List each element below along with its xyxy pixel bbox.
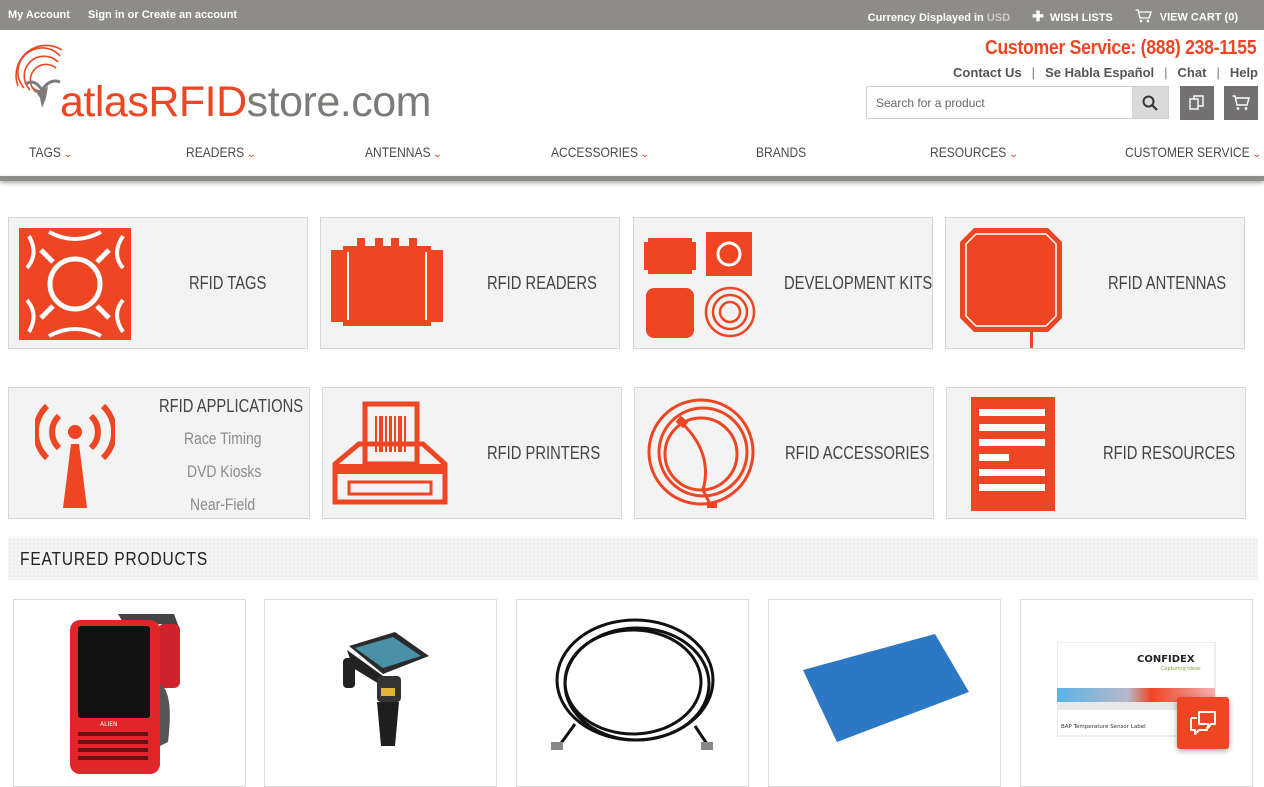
category-development-kits[interactable]: DEVELOPMENT KITS [633, 217, 933, 349]
antenna-cable-image [551, 618, 715, 750]
nav-brands[interactable]: BRANDS [756, 144, 806, 160]
nav-accessories[interactable]: ACCESSORIES ⌄ [551, 144, 651, 160]
category-rfid-readers[interactable]: RFID READERS [320, 217, 620, 349]
radio-tower-icon [35, 403, 115, 508]
chat-bubbles-icon [1190, 711, 1216, 735]
contact-us-link[interactable]: Contact Us [953, 65, 1022, 80]
chevron-down-icon: ⌄ [1251, 149, 1262, 160]
chevron-down-icon: ⌄ [432, 149, 443, 160]
category-label: RFID APPLICATIONS [159, 396, 304, 416]
chevron-down-icon: ⌄ [246, 149, 257, 160]
handheld-reader-image: ALIEN [70, 614, 180, 774]
separator: | [1164, 65, 1168, 80]
product-card[interactable]: ALIEN [13, 599, 246, 787]
currency-label: Currency Displayed in [867, 11, 984, 24]
compare-icon [1189, 95, 1204, 110]
separator: | [1031, 65, 1036, 80]
blue-mat-antenna-image [803, 634, 969, 746]
nav-tags-label: TAGS [29, 144, 61, 160]
view-cart-label: VIEW CART (0) [1159, 11, 1238, 24]
document-icon [971, 397, 1055, 511]
product-brand-text: ALIEN [100, 721, 118, 728]
wishlists-label: WISH LISTS [1049, 12, 1113, 24]
application-dvd-kiosks[interactable]: DVD Kiosks [187, 462, 261, 482]
rfid-antenna-icon [960, 228, 1062, 348]
rfid-printer-icon [332, 401, 448, 505]
category-label: RFID READERS [487, 273, 597, 293]
chat-link[interactable]: Chat [1178, 65, 1207, 80]
logo-wordmark: atlasRFIDstore.com [60, 78, 431, 127]
rfid-tag-icon [19, 228, 131, 340]
search-box [866, 86, 1169, 119]
nav-readers-label: READERS [186, 144, 245, 160]
currency-value[interactable]: USD [987, 12, 1010, 24]
application-race-timing[interactable]: Race Timing [184, 429, 261, 449]
nav-accessories-label: ACCESSORIES [551, 144, 638, 160]
main-nav: TAGS ⌄ READERS ⌄ ANTENNAS ⌄ ACCESSORIES ⌄ BR… [0, 140, 1264, 180]
nav-antennas-label: ANTENNAS [365, 144, 431, 160]
chevron-down-icon: ⌄ [639, 149, 651, 160]
nav-antennas[interactable]: ANTENNAS ⌄ [365, 144, 443, 160]
category-label: RFID ANTENNAS [1108, 273, 1227, 293]
nav-readers[interactable]: READERS ⌄ [186, 144, 257, 160]
product-card[interactable] [516, 599, 749, 787]
category-label: RFID ACCESSORIES [785, 443, 930, 463]
product-card[interactable] [264, 599, 497, 787]
cable-coil-icon [647, 398, 755, 508]
cart-icon [1232, 95, 1250, 110]
section-title: FEATURED PRODUCTS [20, 549, 209, 569]
nav-brands-label: BRANDS [756, 144, 807, 160]
sled-scanner-image [343, 632, 429, 746]
sign-in-link[interactable]: Sign in or Create an account [88, 9, 237, 21]
logo-text-domain: store.com [246, 78, 432, 126]
nav-tags[interactable]: TAGS ⌄ [29, 144, 73, 160]
search-icon [1142, 95, 1158, 111]
application-near-field[interactable]: Near-Field [190, 495, 255, 515]
compare-button[interactable] [1180, 86, 1214, 120]
chevron-down-icon: ⌄ [62, 149, 73, 160]
chevron-down-icon: ⌄ [1008, 149, 1019, 160]
logo-text-brand: atlasRFID [60, 78, 247, 126]
separator: | [1216, 65, 1220, 80]
cart-button[interactable] [1224, 86, 1258, 120]
nav-resources-label: RESOURCES [930, 144, 1007, 160]
rfid-reader-icon [331, 238, 443, 326]
nav-resources[interactable]: RESOURCES ⌄ [930, 144, 1019, 160]
category-label: RFID PRINTERS [487, 443, 601, 463]
live-chat-button[interactable] [1177, 697, 1229, 749]
search-button[interactable] [1132, 87, 1168, 118]
category-label: DEVELOPMENT KITS [784, 273, 933, 293]
category-rfid-resources[interactable]: RFID RESOURCES [946, 387, 1246, 519]
nav-divider [0, 176, 1264, 181]
site-logo[interactable]: atlasRFIDstore.com [10, 38, 510, 128]
nav-customer-service-label: CUSTOMER SERVICE [1125, 144, 1250, 160]
my-account-link[interactable]: My Account [8, 9, 70, 21]
category-rfid-tags[interactable]: RFID TAGS [8, 217, 308, 349]
nav-customer-service[interactable]: CUSTOMER SERVICE ⌄ [1125, 144, 1262, 160]
help-link[interactable]: Help [1230, 65, 1258, 80]
view-cart-link[interactable]: VIEW CART (0) [1135, 9, 1238, 26]
confidex-logo-text: CONFIDEX [1137, 654, 1195, 665]
category-rfid-accessories[interactable]: RFID ACCESSORIES [634, 387, 934, 519]
category-label: RFID TAGS [189, 273, 267, 293]
development-kit-icon [644, 232, 756, 338]
confidex-tagline: Capturing Ideas [1161, 666, 1201, 672]
category-rfid-printers[interactable]: RFID PRINTERS [322, 387, 622, 519]
product-card[interactable] [768, 599, 1001, 787]
category-rfid-antennas[interactable]: RFID ANTENNAS [945, 217, 1245, 349]
category-rfid-applications[interactable]: RFID APPLICATIONS Race Timing DVD Kiosks… [8, 387, 310, 519]
help-links: Contact Us | Se Habla Español | Chat | Help [953, 65, 1258, 80]
category-label: RFID RESOURCES [1103, 443, 1236, 463]
label-caption: BAP Temperature Sensor Label [1061, 724, 1146, 730]
plus-icon: ✚ [1032, 8, 1044, 24]
wishlists-link[interactable]: ✚ WISH LISTS [1032, 8, 1113, 24]
product-card[interactable]: CONFIDEX Capturing Ideas BAP Temperature… [1020, 599, 1253, 787]
top-utility-bar: My Account Sign in or Create an account … [0, 0, 1264, 30]
customer-service-phone[interactable]: Customer Service: (888) 238-1155 [985, 37, 1257, 60]
se-habla-espanol-link[interactable]: Se Habla Español [1045, 65, 1154, 80]
currency-display: Currency Displayed in USD [868, 12, 1010, 24]
featured-products-header: FEATURED PRODUCTS [8, 538, 1258, 580]
cart-icon [1135, 9, 1152, 26]
search-input[interactable] [867, 87, 1133, 118]
